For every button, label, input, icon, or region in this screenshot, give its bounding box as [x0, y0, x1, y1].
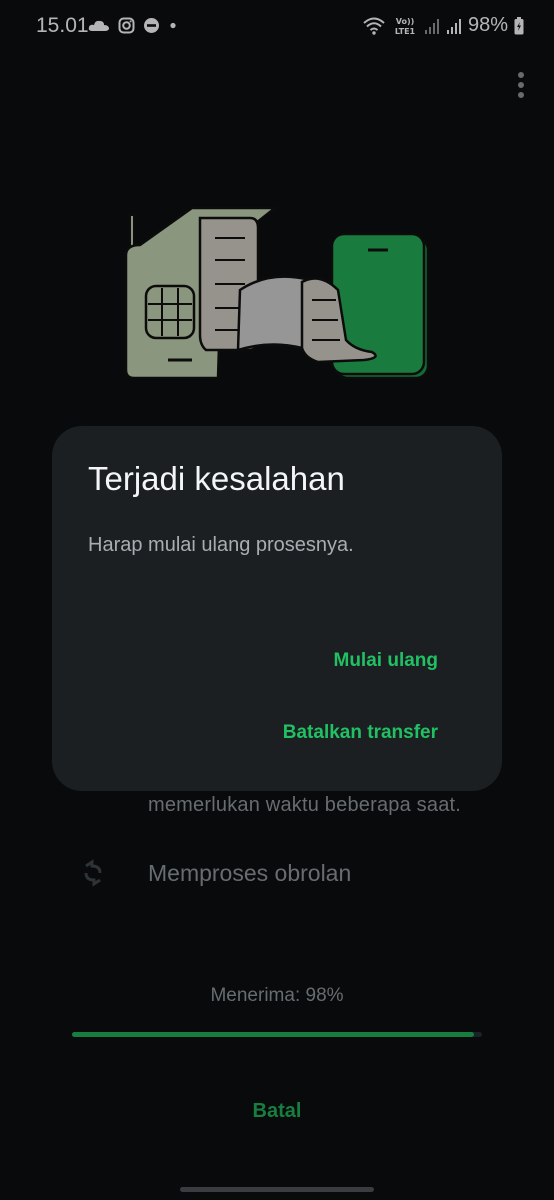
cancel-transfer-button[interactable]: Batalkan transfer — [283, 722, 438, 744]
restart-button[interactable]: Mulai ulang — [334, 650, 439, 672]
screen: 15.01 Vo)) LTE1 98% memerlukan waktu beb… — [0, 0, 554, 1200]
dialog-message: Harap mulai ulang prosesnya. — [88, 534, 354, 556]
error-dialog: Terjadi kesalahan Harap mulai ulang pros… — [52, 426, 502, 791]
dialog-title: Terjadi kesalahan — [88, 460, 345, 497]
